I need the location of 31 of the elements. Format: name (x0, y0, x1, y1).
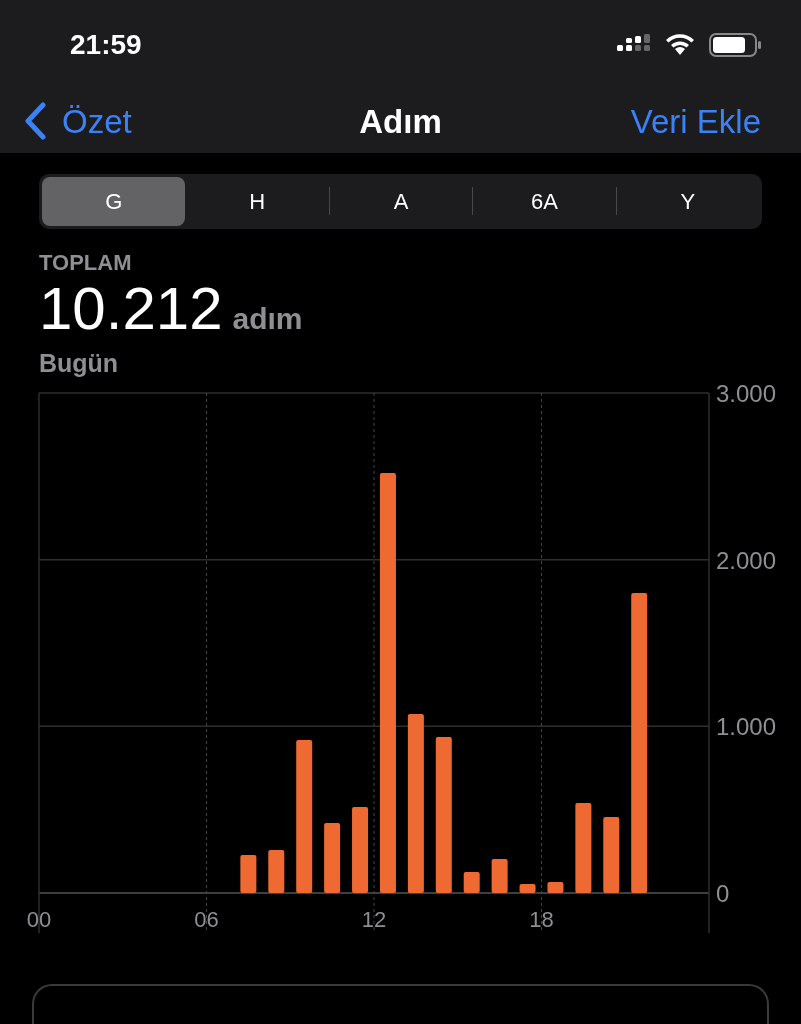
bar (491, 859, 508, 893)
add-data-button[interactable]: Veri Ekle (630, 96, 777, 146)
bar (547, 882, 564, 893)
axis-label: 06 (194, 907, 219, 932)
segment-tab[interactable]: A (329, 176, 473, 226)
segment-tab[interactable]: H (185, 176, 329, 226)
axis-label: 2.000 (716, 546, 777, 574)
segment-tab[interactable]: G (42, 176, 186, 226)
axis-label: 00 (26, 907, 52, 932)
segment-tab[interactable]: Y (616, 176, 760, 226)
status-time: 21:59 (70, 28, 142, 62)
back-button[interactable]: Özet (24, 96, 132, 146)
total-label: TOPLAM (39, 248, 132, 277)
battery-icon (709, 33, 761, 57)
period-label: Bugün (39, 347, 119, 379)
bar (519, 884, 536, 893)
page-title: Adım (359, 101, 442, 142)
bar (324, 823, 341, 893)
axis-label: 12 (361, 907, 387, 932)
axis-label: 18 (529, 907, 554, 932)
segment-tab[interactable]: 6A (473, 176, 616, 226)
axis-label: 3.000 (716, 380, 777, 407)
axis-label: 0 (716, 880, 730, 907)
total-value: 10.212 (39, 278, 223, 339)
bar (240, 855, 257, 893)
wifi-icon (665, 34, 695, 56)
unit-label: adım (232, 300, 303, 337)
bar (268, 850, 285, 893)
back-chevron-icon (24, 102, 46, 141)
bar (463, 872, 480, 893)
axis-label: 1.000 (716, 713, 777, 741)
